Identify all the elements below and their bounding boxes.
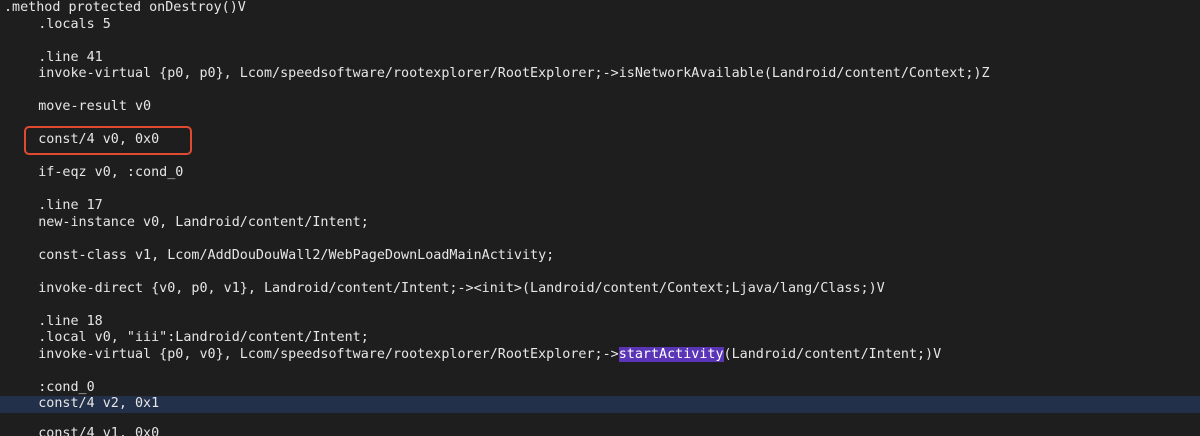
code-text: .local v0, "iii":Landroid/content/Intent… xyxy=(6,330,369,345)
annotation-box xyxy=(24,126,192,155)
code-text: move-result v0 xyxy=(6,99,152,114)
code-text: .method protected onDestroy()V xyxy=(4,0,246,15)
code-text: .line 17 xyxy=(6,198,103,213)
code-line-move-result[interactable]: move-result v0 xyxy=(0,99,1200,116)
search-highlight: startActivity xyxy=(618,346,724,362)
code-line-line41[interactable]: .line 41 xyxy=(0,50,1200,67)
code-line-if-eqz[interactable]: if-eqz v0, :cond_0 xyxy=(0,165,1200,182)
code-text: .line 41 xyxy=(6,49,103,65)
current-line-highlight[interactable]: const/4 v2, 0x1 xyxy=(0,396,1200,413)
code-line-const-v1[interactable]: const/4 v1, 0x0 xyxy=(0,426,1200,436)
code-text: invoke-virtual {p0, v0}, Lcom/speedsoftw… xyxy=(6,346,619,362)
code-text: invoke-virtual {p0, p0}, Lcom/speedsoftw… xyxy=(6,66,990,81)
code-text: invoke-direct {v0, p0, v1}, Landroid/con… xyxy=(6,280,885,296)
code-line-const-class[interactable]: const-class v1, Lcom/AddDouDouWall2/WebP… xyxy=(0,248,1200,265)
code-line-invoke-direct[interactable]: invoke-direct {v0, p0, v1}, Landroid/con… xyxy=(0,281,1200,298)
code-line-invoke-isnetwork[interactable]: invoke-virtual {p0, p0}, Lcom/speedsoftw… xyxy=(0,66,1200,83)
code-line-cond0[interactable]: :cond_0 xyxy=(0,380,1200,397)
code-line-invoke-startactivity[interactable]: invoke-virtual {p0, v0}, Lcom/speedsoftw… xyxy=(0,346,1200,364)
code-text: const/4 v1, 0x0 xyxy=(6,426,160,436)
code-text: const/4 v2, 0x1 xyxy=(6,396,160,411)
code-text: if-eqz v0, :cond_0 xyxy=(6,165,184,180)
code-line-locals[interactable]: .locals 5 xyxy=(0,17,1200,34)
code-line-line17[interactable]: .line 17 xyxy=(0,198,1200,215)
code-line-method[interactable]: .method protected onDestroy()V xyxy=(0,0,1200,17)
code-text: .locals 5 xyxy=(6,16,111,32)
code-text: .line 18 xyxy=(6,313,103,329)
code-line-line18[interactable]: .line 18 xyxy=(0,314,1200,331)
code-editor[interactable]: .method protected onDestroy()V .locals 5… xyxy=(0,0,1200,436)
code-line-local-v0[interactable]: .local v0, "iii":Landroid/content/Intent… xyxy=(0,330,1200,347)
code-line-new-instance[interactable]: new-instance v0, Landroid/content/Intent… xyxy=(0,215,1200,232)
code-text: const-class v1, Lcom/AddDouDouWall2/WebP… xyxy=(6,247,555,263)
code-text: new-instance v0, Landroid/content/Intent… xyxy=(6,214,369,230)
code-text: (Landroid/content/Intent;)V xyxy=(723,346,942,362)
code-text: :cond_0 xyxy=(6,379,95,395)
